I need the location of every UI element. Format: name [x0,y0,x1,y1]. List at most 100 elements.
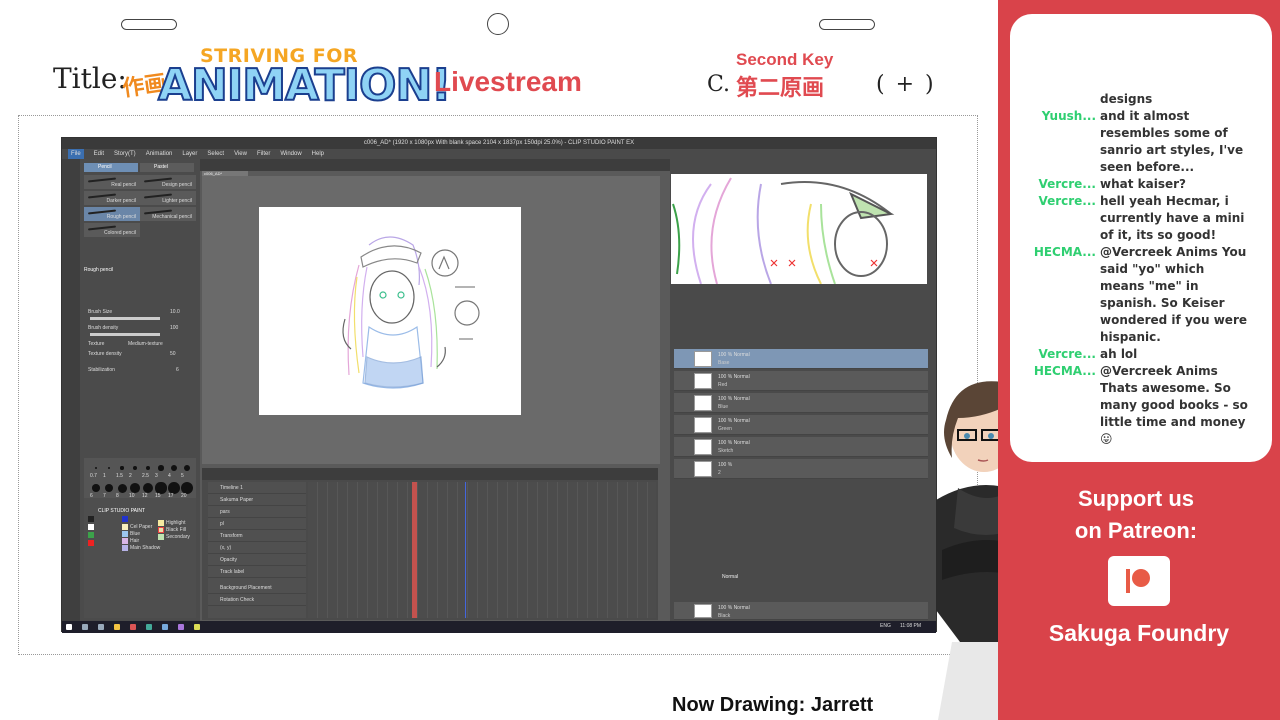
track-sakuma-paper[interactable]: Sakuma Paper [208,494,306,506]
brush-lighter-pencil[interactable]: Lighter pencil [140,191,196,205]
brush-size-dot[interactable] [92,484,100,492]
color-label-main-shadow: Main Shadow [130,545,161,551]
tool-strip[interactable] [62,159,80,621]
swatch-blue-light[interactable] [122,531,128,537]
swatch-secondary[interactable] [158,534,164,540]
brush-size-dot[interactable] [155,482,167,494]
windows-taskbar: ENG 11:08 PM [62,621,936,633]
brush-size-dot[interactable] [107,466,111,470]
navigator-preview[interactable] [671,174,927,284]
track-transform[interactable]: Transform [208,530,306,542]
brush-size-slider[interactable] [90,317,160,320]
brush-mechanical-pencil[interactable]: Mechanical pencil [140,207,196,221]
layer-row[interactable]: 100 % Normal Base [674,349,928,369]
track-position[interactable]: (x, y) [208,542,306,554]
menu-item-filter[interactable]: Filter [257,149,270,159]
menu-item-view[interactable]: View [234,149,247,159]
app-icon-3[interactable] [162,624,168,630]
timeline-frames[interactable] [308,482,656,618]
swatch-black[interactable] [88,516,94,522]
brush-size-label: 2.5 [142,473,149,479]
app-icon-4[interactable] [178,624,184,630]
prop-texture-value[interactable]: Medium-texture [128,341,163,347]
menu-item-story-t-[interactable]: Story(T) [114,149,136,159]
layer-row[interactable]: 100 % Normal Red [674,371,928,391]
patreon-logo-icon [1108,556,1170,606]
swatch-main-shadow[interactable] [122,545,128,551]
menu-item-file[interactable]: File [68,149,84,159]
track-pars[interactable]: pars [208,506,306,518]
swatch-black-fill[interactable] [158,527,164,533]
app-icon-1[interactable] [130,624,136,630]
chat-username: Vercre... [1038,177,1096,191]
layer-thumbnail [694,417,712,433]
density-slider[interactable] [90,333,160,336]
cut-plus-marker: ( + ) [876,72,936,97]
menu-item-select[interactable]: Select [207,149,224,159]
search-icon[interactable] [82,624,88,630]
brush-design-pencil[interactable]: Design pencil [140,175,196,189]
timeline-title: Timeline 1 [208,482,306,494]
swatch-blue[interactable] [122,516,128,522]
swatch-white[interactable] [88,524,94,530]
timeline-playhead[interactable] [412,482,417,618]
brush-size-label: 4 [168,473,171,479]
menu-item-help[interactable]: Help [312,149,324,159]
command-bar[interactable] [200,159,670,171]
brush-size-palette[interactable]: 0.7 1 1.5 2 2.5 3 4 5 6 7 8 10 12 15 17 20 [84,458,196,502]
brush-size-dot[interactable] [158,465,164,471]
brush-colored-pencil[interactable]: Colored pencil [84,223,140,237]
layer-name: 100 % Normal [718,418,750,424]
brush-size-dot[interactable] [117,483,127,493]
track-background[interactable]: Background Placement [208,582,306,594]
layer-row[interactable]: 100 % Normal Green [674,415,928,435]
blend-mode-select[interactable]: Normal [722,574,738,580]
task-view-icon[interactable] [98,624,104,630]
brush-size-dot[interactable] [145,465,151,471]
tool-property-title: Rough pencil [84,267,114,273]
app-icon-5[interactable] [194,624,200,630]
app-icon-2[interactable] [146,624,152,630]
brush-size-dot[interactable] [95,467,97,469]
brush-real-pencil[interactable]: Real pencil [84,175,140,189]
brush-size-dot[interactable] [142,482,154,494]
swatch-green[interactable] [88,532,94,538]
swatch-red[interactable] [88,540,94,546]
brush-size-dot[interactable] [132,465,138,471]
layer-name: 100 % Normal [718,396,750,402]
menu-item-edit[interactable]: Edit [94,149,104,159]
swatch-hair[interactable] [122,538,128,544]
drawing-canvas[interactable] [259,207,521,415]
brush-rough-pencil[interactable]: Rough pencil [84,207,140,221]
explorer-icon[interactable] [114,624,120,630]
track-rotation-check[interactable]: Rotation Check [208,594,306,606]
swatch-cel-paper[interactable] [122,524,128,530]
chat-text: @Vercreek Anims Thats awesome. So many g… [1100,364,1248,446]
brush-size-dot[interactable] [130,483,140,493]
swatch-highlight[interactable] [158,520,164,526]
menu-item-layer[interactable]: Layer [182,149,197,159]
track-opacity[interactable]: Opacity [208,554,306,566]
brush-size-dot[interactable] [170,464,178,472]
menu-item-animation[interactable]: Animation [146,149,173,159]
layer-row[interactable]: 100 % 2 [674,459,928,479]
tab-pastel[interactable]: Pastel [140,163,194,172]
layer-sub: 2 [718,470,721,476]
track-pl[interactable]: pl [208,518,306,530]
tab-pencil[interactable]: Pencil [84,163,138,172]
prop-texture-label: Texture [88,341,105,347]
brush-size-label: 5 [181,473,184,479]
brush-size-dot[interactable] [104,483,114,493]
start-icon[interactable] [66,624,72,630]
track-label[interactable]: Track label [208,566,306,578]
timeline-toolbar[interactable] [202,468,658,480]
menu-item-window[interactable]: Window [280,149,301,159]
brush-darker-pencil[interactable]: Darker pencil [84,191,140,205]
layer-row-bottom[interactable]: 100 % Normal Black [674,602,928,620]
layer-name: 100 % [718,462,733,468]
brush-size-dot[interactable] [183,464,191,472]
layer-row[interactable]: 100 % Normal Sketch [674,437,928,457]
decor-punch-hole [487,13,509,35]
layer-row[interactable]: 100 % Normal Blue [674,393,928,413]
brush-size-dot[interactable] [120,466,124,470]
